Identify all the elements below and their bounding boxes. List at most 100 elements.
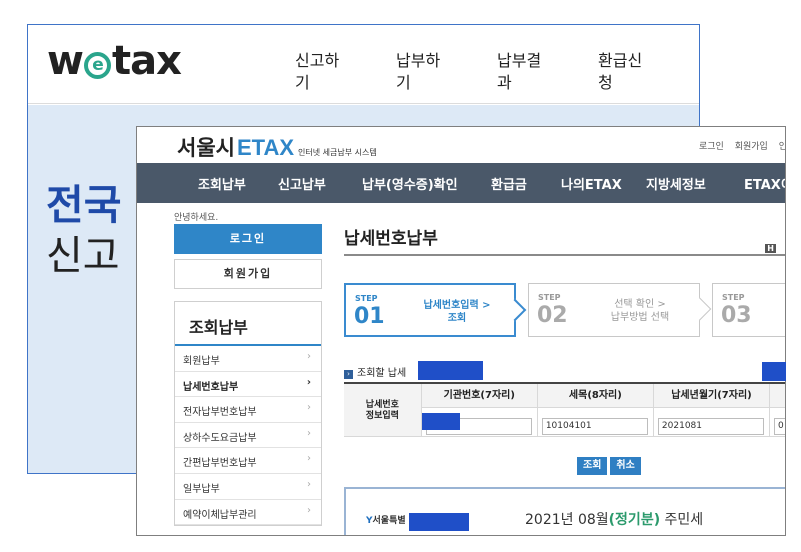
arrow-box-icon: › <box>344 370 353 379</box>
nav-pay[interactable]: 납부하기 <box>396 50 453 94</box>
help-mark: H <box>765 244 776 253</box>
step-indicator: STEP 01 납세번호입력 > 조회 STEP 02 선택 확인 > 납부방법 선… <box>344 283 785 337</box>
redaction-box <box>422 413 460 430</box>
util-login-link[interactable]: 로그인 <box>699 142 724 152</box>
gnb-inquiry-pay[interactable]: 조회납부 <box>198 174 246 193</box>
row-header-line: 정보입력 <box>365 411 399 421</box>
side-item-label: 간편납부번호납부 <box>183 458 257 470</box>
step-text-line: 납세번호입력 > <box>423 300 491 311</box>
etax-window: 서울시ETAX인터넷 세금납부 시스템 로그인 회원가입 인 조회납부 신고납부… <box>136 126 786 536</box>
extra-input[interactable] <box>774 417 785 435</box>
side-item-scheduled-transfer[interactable]: 예약이체납부관리 › <box>175 500 321 526</box>
side-item-label: 상하수도요금납부 <box>183 432 257 444</box>
side-item-label: 전자납부번호납부 <box>183 407 257 419</box>
brand-etax: ETAX <box>236 135 295 160</box>
global-nav: 조회납부 신고납부 납부(영수증)확인 환급금 나의ETAX 지방세정보 ETA… <box>137 163 785 203</box>
action-buttons: 조회 취소 <box>577 453 644 475</box>
step-2: STEP 02 선택 확인 > 납부방법 선택 <box>528 283 712 337</box>
login-button[interactable]: 로그인 <box>174 224 322 254</box>
redaction-box <box>418 361 483 380</box>
chevron-right-icon: › <box>307 478 311 490</box>
step-text: 선택 확인 > 납부방법 선택 <box>585 298 695 324</box>
side-item-simple-pay[interactable]: 간편납부번호납부 › <box>175 448 321 474</box>
chevron-right-icon: › <box>307 427 311 439</box>
gnb-my-etax[interactable]: 나의ETAX <box>561 174 622 193</box>
table-row: 납세번호정보입력 기관번호(7자리) 세목(8자리) 납세년월기(7자리) <box>344 384 785 437</box>
step-3: STEP 03 <box>712 283 785 337</box>
search-button[interactable]: 조회 <box>577 457 608 475</box>
side-item-member-pay[interactable]: 회원납부 › <box>175 346 321 372</box>
chevron-right-icon: › <box>306 376 311 388</box>
redaction-box <box>409 513 469 531</box>
col-tax-item: 세목(8자리) <box>536 384 653 436</box>
col-extra <box>769 384 785 436</box>
gnb-local-tax-info[interactable]: 지방세정보 <box>646 174 706 193</box>
column-header: 기관번호(7자리) <box>421 384 537 408</box>
gnb-receipt[interactable]: 납부(영수증)확인 <box>362 174 458 193</box>
tax-item-input[interactable] <box>541 417 648 435</box>
column-header: 납세년월기(7자리) <box>653 384 770 408</box>
step-label: STEP <box>355 294 378 303</box>
side-item-partial-pay[interactable]: 일부납부 › <box>175 474 321 500</box>
redaction-box <box>762 362 786 381</box>
seoul-logo: Y서울특별 <box>366 513 406 526</box>
step-text-line: 납부방법 선택 <box>610 312 670 323</box>
side-item-label: 회원납부 <box>183 356 220 367</box>
chevron-right-icon: › <box>307 504 311 516</box>
cancel-button[interactable]: 취소 <box>610 457 641 475</box>
side-item-label: 예약이체납부관리 <box>183 509 257 521</box>
nav-pay-result[interactable]: 납부결과 <box>497 50 554 94</box>
bill-period-suffix: 주민세 <box>660 512 704 528</box>
wetax-logo[interactable]: w e tax <box>47 38 182 84</box>
step-label: STEP <box>722 293 745 302</box>
tax-period-input[interactable] <box>657 417 764 435</box>
nav-report[interactable]: 신고하기 <box>295 50 352 94</box>
column-header: 세목(8자리) <box>537 384 653 408</box>
step-number: 02 <box>537 303 568 328</box>
util-links: 로그인 회원가입 인 <box>691 139 785 152</box>
greeting-text: 안녕하세요. <box>174 213 219 223</box>
gnb-refund[interactable]: 환급금 <box>491 174 527 193</box>
util-join-link[interactable]: 회원가입 <box>735 142 768 152</box>
side-menu-title: 조회납부 <box>175 302 321 346</box>
side-item-taxno-pay[interactable]: 납세번호납부 › <box>175 372 321 398</box>
join-button[interactable]: 회원가입 <box>174 259 322 289</box>
side-item-water-bill[interactable]: 상하수도요금납부 › <box>175 423 321 449</box>
brand-subtitle: 인터넷 세금납부 시스템 <box>298 148 377 157</box>
wetax-header: w e tax 신고하기 납부하기 납부결과 환급신청 <box>28 25 699 104</box>
side-item-epay-no[interactable]: 전자납부번호납부 › <box>175 397 321 423</box>
row-header: 납세번호 정보입력 <box>344 384 421 436</box>
col-tax-period: 납세년월기(7자리) <box>652 384 770 436</box>
gnb-etax-more[interactable]: ETAX이 <box>744 174 785 193</box>
wetax-nav: 신고하기 납부하기 납부결과 환급신청 <box>295 50 699 94</box>
sidebar: 로그인 회원가입 조회납부 회원납부 › 납세번호납부 › 전자납부번호납부 › 상하… <box>174 224 322 527</box>
bill-period-highlight: (정기분) <box>608 512 661 528</box>
logo-e-ring: e <box>83 52 111 79</box>
etax-logo[interactable]: 서울시ETAX 인터넷 세금납부 시스템 <box>177 132 377 162</box>
section-heading-prefix: 조회할 납세 <box>357 368 407 379</box>
step-number: 03 <box>721 303 752 328</box>
bill-period-prefix: 2021년 08월 <box>525 512 609 528</box>
gnb-report-pay[interactable]: 신고납부 <box>278 174 326 193</box>
step-text-line: 조회 <box>447 313 467 324</box>
column-header <box>770 384 785 408</box>
side-item-label: 일부납부 <box>183 483 220 495</box>
chevron-right-icon: › <box>307 402 311 414</box>
step-text: 납세번호입력 > 조회 <box>402 299 512 325</box>
main-content: 납세번호납부 H STEP 01 납세번호입력 > 조회 STEP 02 선택 확… <box>344 224 785 535</box>
taxno-input-table: 납세번호정보입력 기관번호(7자리) 세목(8자리) 납세년월기(7자리) <box>344 382 785 437</box>
chevron-right-icon: › <box>307 351 311 362</box>
util-more-link[interactable]: 인 <box>779 142 785 152</box>
row-header-line: 납세번호 <box>365 400 399 410</box>
help-icon[interactable]: H <box>765 244 779 253</box>
step-number: 01 <box>354 304 385 329</box>
side-item-label: 납세번호납부 <box>183 381 239 393</box>
hero-line2: 신고 <box>46 233 120 279</box>
step-1: STEP 01 납세번호입력 > 조회 <box>344 283 527 337</box>
hero-line1: 전국 <box>46 181 122 229</box>
brand-city: 서울시 <box>177 136 235 160</box>
logo-part: w <box>47 38 84 84</box>
logo-part: tax <box>111 38 182 84</box>
seoul-logo-text: 서울특별 <box>372 516 406 526</box>
nav-refund[interactable]: 환급신청 <box>598 50 655 94</box>
